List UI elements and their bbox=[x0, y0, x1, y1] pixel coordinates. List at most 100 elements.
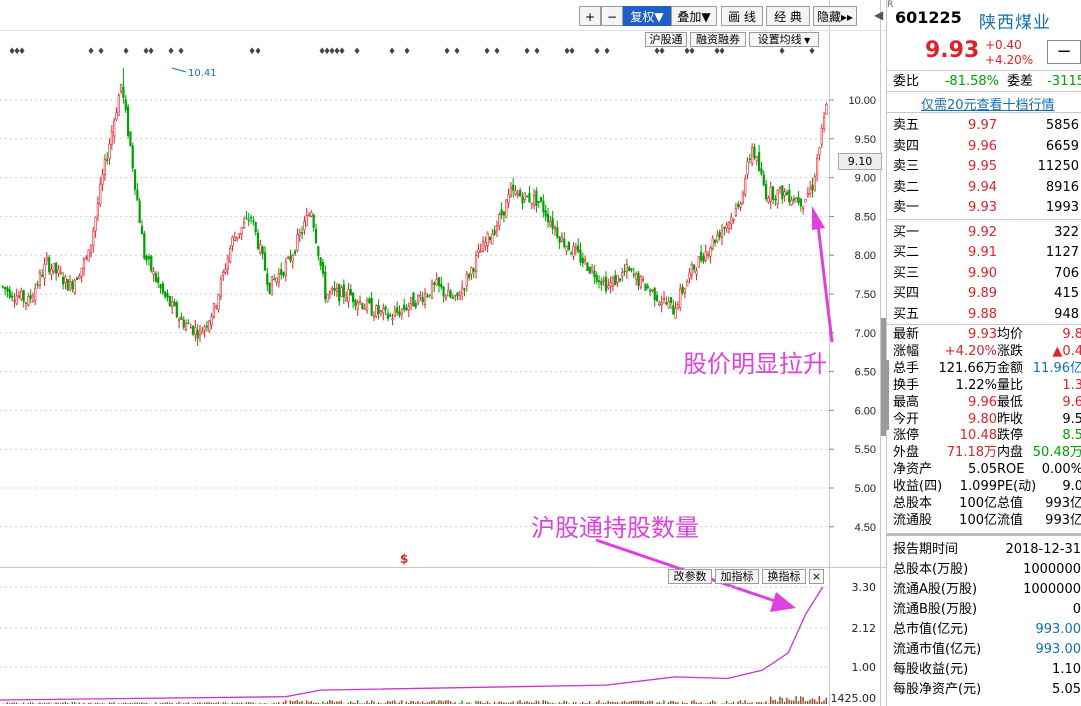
zoom-in-button[interactable]: + bbox=[579, 6, 601, 26]
candle-body bbox=[468, 274, 471, 278]
event-marker-icon[interactable]: ♦ bbox=[483, 47, 491, 57]
event-marker-icon[interactable]: ♦ bbox=[338, 47, 346, 57]
event-marker-icon[interactable]: ♦ bbox=[658, 47, 666, 57]
close-icon[interactable]: × bbox=[809, 569, 824, 584]
event-marker-icon[interactable]: ♦ bbox=[493, 47, 501, 57]
event-marker-icon[interactable]: ♦ bbox=[353, 47, 361, 57]
orderbook-row[interactable]: 卖三 9.95 11250 bbox=[893, 158, 1079, 175]
orderbook-row[interactable]: 买二 9.91 1127 bbox=[893, 244, 1079, 261]
shezhi-junxian-button[interactable]: 设置均线 ▼ bbox=[749, 32, 819, 47]
volume-bar bbox=[296, 700, 299, 704]
event-marker-icon[interactable]: ♦ bbox=[167, 47, 175, 57]
event-marker-icon[interactable]: ♦ bbox=[688, 47, 696, 57]
event-marker-icon[interactable]: ♦ bbox=[147, 47, 155, 57]
volume-bar bbox=[677, 702, 679, 704]
volume-bar bbox=[83, 702, 85, 704]
candle-body bbox=[89, 244, 93, 254]
stat-value: 10.48 bbox=[959, 428, 997, 444]
candle-body bbox=[614, 275, 617, 286]
stat-label: 昨收 bbox=[997, 411, 1024, 427]
volume-bar bbox=[127, 703, 129, 704]
gaicanshu-button[interactable]: 改参数 bbox=[668, 569, 712, 584]
orderbook-label: 卖五 bbox=[893, 118, 920, 133]
hugutong-button[interactable]: 沪股通 bbox=[645, 32, 687, 47]
candle-body bbox=[546, 213, 550, 223]
fuquan-dropdown[interactable]: 复权▼ bbox=[623, 6, 671, 26]
orderbook-label: 买四 bbox=[893, 286, 920, 301]
event-marker-icon[interactable]: ♦ bbox=[177, 47, 185, 57]
huanzhibiao-button[interactable]: 换指标 bbox=[762, 569, 806, 584]
event-marker-icon[interactable]: ♦ bbox=[122, 47, 130, 57]
candle-body bbox=[222, 271, 225, 276]
event-marker-icon[interactable]: ♦ bbox=[808, 47, 816, 57]
splitter-handle[interactable] bbox=[885, 360, 889, 430]
orderbook-row[interactable]: 买三 9.90 706 bbox=[893, 265, 1079, 282]
volume-bar bbox=[401, 700, 403, 704]
event-marker-icon[interactable]: ♦ bbox=[403, 47, 411, 57]
candle-body bbox=[393, 310, 396, 317]
event-marker-icon[interactable]: ♦ bbox=[603, 47, 611, 57]
volume-bar bbox=[445, 700, 447, 704]
candle-body bbox=[449, 290, 452, 298]
jiazhibiao-button[interactable]: 加指标 bbox=[715, 569, 759, 584]
volume-bar bbox=[333, 702, 336, 704]
candle-body bbox=[52, 263, 55, 272]
shezhi-label: 设置均线 bbox=[757, 33, 802, 46]
orderbook-row[interactable]: 卖四 9.96 6659 bbox=[893, 138, 1079, 155]
volume-bar bbox=[535, 700, 537, 704]
event-marker-icon[interactable]: ♦ bbox=[568, 47, 576, 57]
event-marker-icon[interactable]: ♦ bbox=[254, 47, 262, 57]
orderbook-row[interactable]: 卖二 9.94 8916 bbox=[893, 179, 1079, 196]
zoom-out-button[interactable]: − bbox=[601, 6, 623, 26]
stat-value: 9.6 bbox=[1062, 394, 1081, 410]
candle-body bbox=[273, 278, 276, 281]
candle-body bbox=[338, 284, 341, 302]
orderbook-label: 买一 bbox=[893, 224, 920, 240]
finance-row: 报告期时间 2018-12-31 bbox=[893, 541, 1081, 558]
volume-bar bbox=[612, 701, 614, 704]
candle-body bbox=[792, 198, 796, 201]
orderbook-row[interactable]: 买五 9.88 948 bbox=[893, 306, 1079, 323]
volume-bar bbox=[57, 702, 60, 704]
volume-bar bbox=[87, 702, 90, 704]
event-marker-icon[interactable]: ♦ bbox=[533, 47, 541, 57]
volume-bar bbox=[250, 702, 252, 704]
huaxian-button[interactable]: 画 线 bbox=[721, 6, 763, 26]
orderbook-row[interactable]: 买四 9.89 415 bbox=[893, 285, 1079, 302]
orderbook-row[interactable]: 买一 9.92 322 bbox=[893, 224, 1079, 241]
event-marker-icon[interactable]: ♦ bbox=[87, 47, 95, 57]
candle-body bbox=[326, 293, 329, 302]
orderbook-label: 卖一 bbox=[893, 200, 920, 215]
event-marker-icon[interactable]: ♦ bbox=[453, 47, 461, 57]
event-marker-icon[interactable]: ♦ bbox=[523, 47, 531, 57]
event-marker-icon[interactable]: ♦ bbox=[718, 47, 726, 57]
volume-bar bbox=[721, 703, 723, 704]
volume-bar bbox=[670, 700, 672, 704]
event-marker-icon[interactable]: ♦ bbox=[97, 47, 105, 57]
promo-link[interactable]: 仅需20元查看十档行情 bbox=[921, 94, 1055, 113]
candle-body bbox=[625, 264, 628, 272]
volume-bar bbox=[145, 702, 148, 704]
candle-body bbox=[491, 233, 494, 245]
yincang-button[interactable]: 隐藏▸▸ bbox=[813, 6, 857, 26]
volume-bar bbox=[447, 700, 449, 704]
candle-body bbox=[398, 311, 401, 316]
orderbook-row[interactable]: 卖五 9.97 5856 bbox=[893, 117, 1079, 134]
event-marker-icon[interactable]: ♦ bbox=[18, 47, 26, 57]
collapse-arrow-icon[interactable]: ◀ bbox=[874, 8, 883, 22]
diejia-dropdown[interactable]: 叠加▼ bbox=[671, 6, 717, 26]
volume-bar bbox=[640, 700, 642, 704]
candle-body bbox=[563, 238, 566, 247]
event-marker-icon[interactable]: ♦ bbox=[388, 47, 396, 57]
event-marker-icon[interactable]: ♦ bbox=[778, 47, 786, 57]
volume-bar bbox=[554, 703, 556, 704]
volume-bar bbox=[732, 701, 735, 704]
rongzi-button[interactable]: 融资融券 bbox=[690, 32, 746, 47]
event-marker-icon[interactable]: ♦ bbox=[443, 47, 451, 57]
volume-bar bbox=[517, 701, 519, 704]
event-marker-icon[interactable]: ♦ bbox=[593, 47, 601, 57]
jingdian-button[interactable]: 经 典 bbox=[766, 6, 810, 26]
minus-icon[interactable]: − bbox=[1047, 40, 1081, 64]
stats-row: 收益(四) 1.099 PE(动) 9.0 bbox=[893, 478, 1081, 495]
orderbook-row[interactable]: 卖一 9.93 1993 bbox=[893, 199, 1079, 216]
